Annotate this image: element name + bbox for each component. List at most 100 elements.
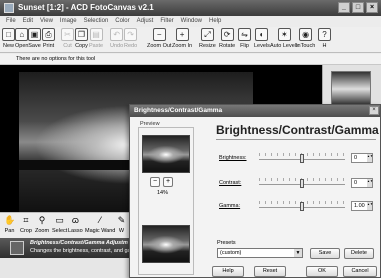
toolbar-label: Resize bbox=[199, 43, 216, 49]
menu-file[interactable]: File bbox=[6, 16, 16, 26]
toolbar-resize-button[interactable]: ⤢ Resize bbox=[199, 28, 216, 49]
gamma-input[interactable]: 1.00 bbox=[351, 201, 373, 211]
tool-magic-wand-button[interactable]: ⁄ Magic Wand bbox=[85, 215, 115, 234]
tool-crop-button[interactable]: ⌗ Crop bbox=[20, 215, 32, 234]
preview-after-image bbox=[142, 225, 190, 263]
dialog-close-button[interactable]: × bbox=[369, 106, 379, 115]
toolbar-rotate-button[interactable]: ⟳ Rotate bbox=[219, 28, 235, 49]
app-icon bbox=[4, 3, 14, 13]
tool-pan-button[interactable]: ✋ Pan bbox=[4, 215, 15, 234]
scissors-icon: ✂ bbox=[61, 28, 74, 41]
toolbar-print-button[interactable]: ⎙ Print bbox=[42, 28, 55, 49]
contrast-slider-thumb[interactable] bbox=[300, 179, 304, 188]
contrast-row: Contrast: 0 bbox=[219, 178, 379, 190]
delete-preset-button[interactable]: Delete bbox=[344, 248, 374, 259]
tool-options-text: There are no options for this tool bbox=[16, 56, 96, 62]
auto-levels-icon: ✶ bbox=[277, 28, 291, 41]
toolbar-label: Open bbox=[15, 43, 29, 49]
toolbar-label: Zoom In bbox=[172, 43, 193, 49]
tool-label: Pan bbox=[4, 228, 15, 234]
toolbar-label: Rotate bbox=[219, 43, 236, 49]
presets-label: Presets bbox=[217, 240, 236, 246]
toolbar-flip-button[interactable]: ⇋ Flip bbox=[238, 28, 251, 49]
tool-select-button[interactable]: ▭ Select bbox=[52, 215, 67, 234]
menu-adjust[interactable]: Adjust bbox=[137, 16, 154, 26]
minimize-button[interactable]: _ bbox=[338, 2, 350, 13]
save-preset-button[interactable]: Save bbox=[310, 248, 340, 259]
cancel-button[interactable]: Cancel bbox=[343, 266, 377, 277]
menu-view[interactable]: View bbox=[40, 16, 53, 26]
toolbar-auto-levels-button[interactable]: ✶ Auto Levels bbox=[270, 28, 299, 49]
menu-bar: File Edit View Image Selection Color Adj… bbox=[0, 16, 381, 26]
menu-selection[interactable]: Selection bbox=[84, 16, 109, 26]
new-document-icon: □ bbox=[2, 28, 15, 41]
status-title: Brightness/Contrast/Gamma Adjustm bbox=[30, 240, 128, 246]
preview-zoom-out-icon[interactable]: − bbox=[150, 177, 160, 187]
brightness-slider-thumb[interactable] bbox=[300, 154, 304, 163]
menu-image[interactable]: Image bbox=[60, 16, 77, 26]
floppy-disk-icon: ▣ bbox=[28, 28, 41, 41]
toolbar-save-button[interactable]: ▣ Save bbox=[28, 28, 41, 49]
toolbar-zoom-out-button[interactable]: − Zoom Out bbox=[147, 28, 171, 49]
tool-label: Select bbox=[52, 228, 68, 234]
tool-info-icon bbox=[10, 241, 24, 255]
toolbar-copy-button[interactable]: ❐ Copy bbox=[75, 28, 88, 49]
help-button[interactable]: Help bbox=[212, 266, 244, 277]
zoom-in-icon: + bbox=[175, 28, 189, 41]
dialog-heading: Brightness/Contrast/Gamma bbox=[216, 123, 379, 137]
menu-help[interactable]: Help bbox=[209, 16, 221, 26]
brightness-input[interactable]: 0 bbox=[351, 153, 373, 163]
magic-wand-icon: ⁄ bbox=[99, 215, 101, 225]
presets-dropdown[interactable]: (custom) ▼ bbox=[217, 248, 303, 258]
dialog-titlebar: Brightness/Contrast/Gamma bbox=[130, 105, 380, 117]
toolbar-intouch-button[interactable]: ◉ InTouch bbox=[296, 28, 315, 49]
toolbar-label: Auto Levels bbox=[270, 43, 299, 49]
bcg-dialog: Brightness/Contrast/Gamma × Preview − + … bbox=[129, 104, 381, 278]
toolbar-h-button[interactable]: ? H bbox=[318, 28, 331, 49]
tool-w-button[interactable]: ✎ W bbox=[116, 215, 127, 234]
toolbar-undo-button[interactable]: ↶ Undo bbox=[110, 28, 123, 49]
toolbar-label: Paste bbox=[89, 43, 104, 49]
ok-button[interactable]: OK bbox=[306, 266, 338, 277]
preview-before-image bbox=[142, 135, 190, 173]
tool-zoom-button[interactable]: ⚲ Zoom bbox=[35, 215, 49, 234]
tool-label: Lasso bbox=[68, 228, 83, 234]
gamma-label: Gamma: bbox=[219, 203, 241, 209]
heading-divider bbox=[216, 139, 376, 140]
toolbar-label: New bbox=[2, 43, 14, 49]
toolbar-paste-button[interactable]: ▤ Paste bbox=[89, 28, 103, 49]
reset-button[interactable]: Reset bbox=[254, 266, 286, 277]
gamma-slider-thumb[interactable] bbox=[300, 202, 304, 211]
window-title: Sunset [1:2] - ACD FotoCanvas v2.1 bbox=[18, 3, 154, 12]
tools-bar: ✋ Pan ⌗ Crop ⚲ Zoom ▭ Select ɷ Lasso ⁄ Magic Wand ✎ W bbox=[0, 212, 140, 238]
toolbar-new-button[interactable]: □ New bbox=[2, 28, 15, 49]
toolbar-zoom-in-button[interactable]: + Zoom In bbox=[172, 28, 192, 49]
menu-edit[interactable]: Edit bbox=[23, 16, 33, 26]
brightness-row: Brightness: 0 bbox=[219, 153, 379, 165]
gamma-row: Gamma: 1.00 bbox=[219, 201, 379, 213]
navigator-thumbnail[interactable] bbox=[331, 71, 371, 107]
maximize-button[interactable]: □ bbox=[352, 2, 364, 13]
toolbar-levels-button[interactable]: ◐ Levels bbox=[254, 28, 270, 49]
toolbar-redo-button[interactable]: ↷ Redo bbox=[124, 28, 137, 49]
menu-color[interactable]: Color bbox=[115, 16, 129, 26]
contrast-input[interactable]: 0 bbox=[351, 178, 373, 188]
menu-window[interactable]: Window bbox=[181, 16, 202, 26]
resize-icon: ⤢ bbox=[200, 28, 214, 41]
tool-lasso-button[interactable]: ɷ Lasso bbox=[68, 215, 83, 234]
undo-icon: ↶ bbox=[110, 28, 124, 41]
menu-filter[interactable]: Filter bbox=[160, 16, 173, 26]
toolbar-label: Undo bbox=[110, 43, 124, 49]
tool-label: Crop bbox=[20, 228, 32, 234]
main-toolbar: □ New ⌂ Open ▣ Save ⎙ Print ✂ Cut ❐ Copy ▤ Paste ↶ Undo… bbox=[0, 27, 381, 53]
tool-label: Magic Wand bbox=[85, 228, 116, 234]
window-titlebar: Sunset [1:2] - ACD FotoCanvas v2.1 _ □ × bbox=[0, 0, 381, 16]
dialog-title: Brightness/Contrast/Gamma bbox=[134, 107, 223, 114]
close-button[interactable]: × bbox=[366, 2, 378, 13]
toolbar-label: Cut bbox=[63, 43, 72, 49]
select-rectangle-icon: ▭ bbox=[55, 215, 64, 225]
toolbar-cut-button[interactable]: ✂ Cut bbox=[61, 28, 74, 49]
crop-icon: ⌗ bbox=[23, 215, 29, 225]
toolbar-open-button[interactable]: ⌂ Open bbox=[15, 28, 28, 49]
preview-zoom-in-icon[interactable]: + bbox=[163, 177, 173, 187]
